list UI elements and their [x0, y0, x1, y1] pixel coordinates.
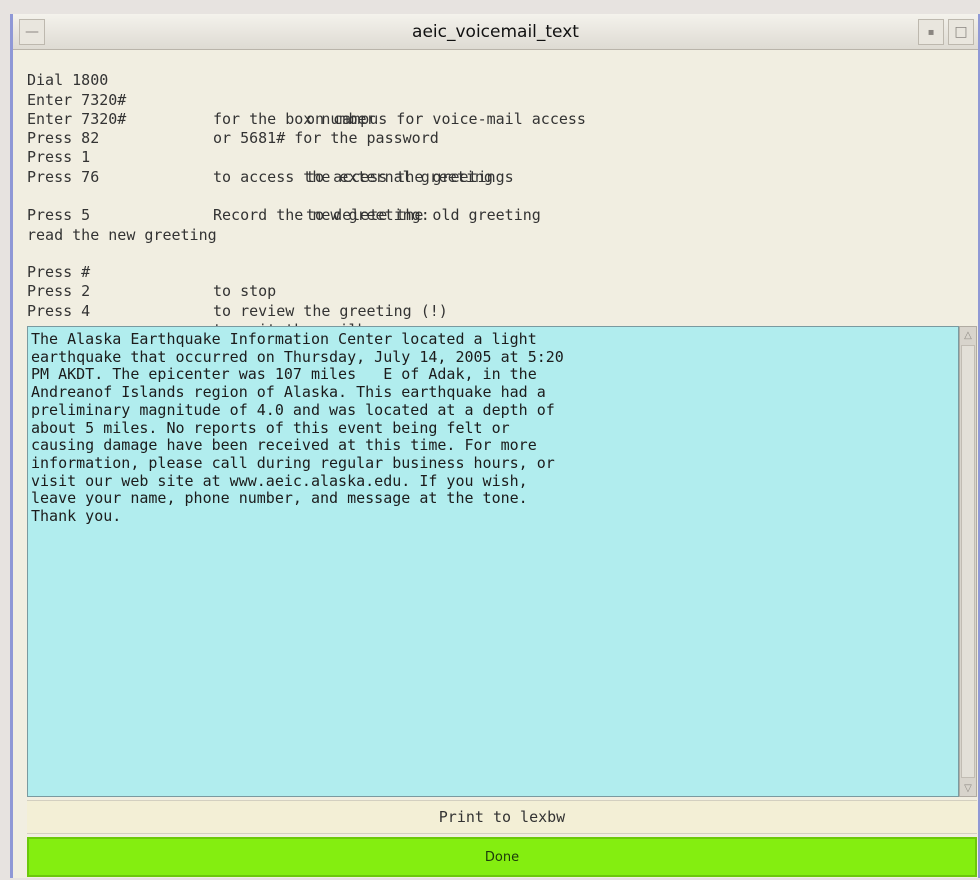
instructions-panel: Dial 1800 on campus for voice-mail acces… — [27, 52, 967, 339]
print-button-label: Print to lexbw — [438, 808, 566, 826]
maximize-icon: □ — [954, 24, 968, 40]
instruction-line: Enter 7320# or 5681# for the password — [27, 91, 967, 147]
instruction-line: Dial 1800 on campus for voice-mail acces… — [27, 52, 967, 128]
print-button[interactable]: Print to lexbw — [27, 800, 977, 834]
done-button-label: Done — [484, 849, 520, 865]
instruction-key: read the new greeting — [27, 225, 217, 244]
instruction-key: Press 4 — [27, 301, 91, 320]
instruction-line: read the new greeting — [27, 206, 967, 244]
earthquake-message: The Alaska Earthquake Information Center… — [31, 330, 564, 526]
title-bar[interactable]: — aeic_voicemail_text ▪ □ — [13, 14, 978, 50]
instruction-line: Press 4 to exit the mailbox — [27, 282, 967, 339]
done-button[interactable]: Done — [27, 837, 977, 877]
instruction-line: Press # to stop — [27, 244, 967, 300]
instruction-line: Enter 7320# for the box number — [27, 71, 967, 128]
maximize-button[interactable]: □ — [948, 19, 974, 45]
voicemail-window: — aeic_voicemail_text ▪ □ Dial 1800 on c… — [10, 14, 980, 878]
message-text-area[interactable]: The Alaska Earthquake Information Center… — [27, 326, 959, 797]
down-arrow-icon[interactable]: ▽ — [960, 780, 976, 796]
scroll-thumb[interactable] — [961, 345, 975, 778]
instruction-line: Press 1 to access the external greeting — [27, 129, 967, 185]
instruction-line: Press 76 to delete the old greeting — [27, 148, 967, 225]
window-title: aeic_voicemail_text — [412, 22, 579, 42]
minimize-icon: ▪ — [927, 26, 935, 38]
instruction-line: Press 82 to access the greetings — [27, 110, 967, 186]
instruction-line: Press 5 — [27, 187, 967, 224]
instruction-line: Press 2 to review the greeting (!) — [27, 263, 967, 319]
up-arrow-icon[interactable]: △ — [960, 327, 976, 343]
instruction-line: Record the new greeting: — [27, 168, 967, 224]
minimize-button[interactable]: ▪ — [918, 19, 944, 45]
instruction-action: to review the greeting (!) — [213, 301, 448, 320]
message-scrollbar[interactable]: △ ▽ — [959, 326, 977, 797]
